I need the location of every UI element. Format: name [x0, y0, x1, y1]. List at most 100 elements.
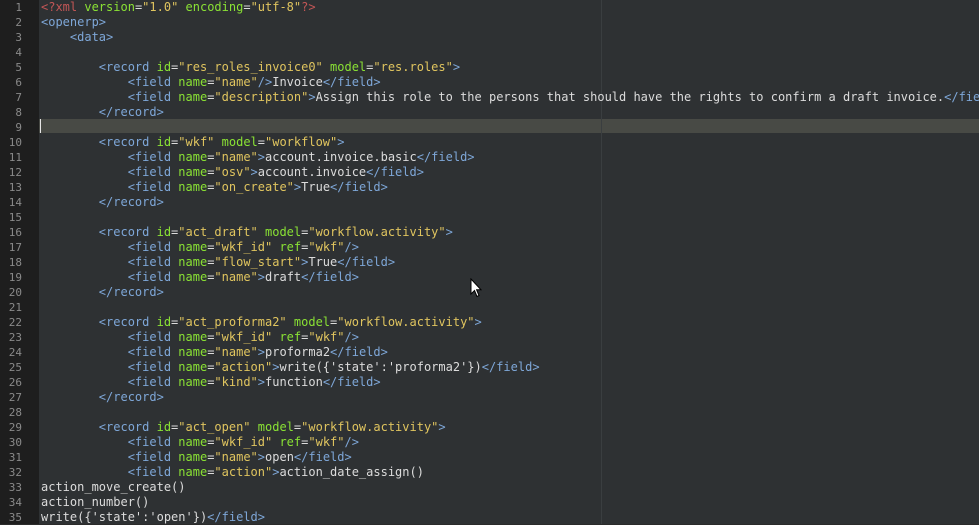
code-token: name	[178, 270, 208, 284]
code-token: name	[178, 255, 208, 269]
code-token: =	[257, 135, 265, 149]
code-token: name	[178, 240, 208, 254]
line-number: 7	[15, 91, 22, 104]
code-token: <field	[127, 90, 179, 104]
code-token: <field	[127, 270, 179, 284]
line-number: 26	[8, 376, 22, 389]
line-number: 8	[15, 106, 22, 119]
code-token: >	[474, 315, 482, 329]
code-token: "name"	[214, 75, 258, 89]
code-token: <field	[127, 180, 179, 194]
line-number: 35	[8, 511, 22, 524]
line-content: <record id="res_roles_invoice0" model="r…	[41, 60, 460, 75]
code-token: <record	[98, 225, 157, 239]
line-number: 13	[8, 181, 22, 194]
code-token: <record	[98, 135, 157, 149]
code-token: name	[178, 375, 208, 389]
code-line: 35 write({'state':'open'})</field>	[0, 510, 979, 525]
code-token: <field	[127, 330, 179, 344]
code-token: "wkf"	[308, 330, 345, 344]
code-token: <field	[127, 75, 179, 89]
code-line: 2 <openerp>	[0, 15, 979, 30]
code-line: 9	[0, 120, 979, 135]
line-number: 33	[8, 481, 22, 494]
code-token: </field>	[330, 345, 388, 359]
line-number: 24	[8, 346, 22, 359]
code-token: account.invoice.basic	[265, 150, 417, 164]
code-token: "workflow.activity"	[308, 225, 446, 239]
code-token: <field	[127, 150, 179, 164]
code-line: 14 </record>	[0, 195, 979, 210]
code-line: 3 <data>	[0, 30, 979, 45]
code-line: 29 <record id="act_open" model="workflow…	[0, 420, 979, 435]
code-token: "act_proforma2"	[178, 315, 287, 329]
line-number: 16	[8, 226, 22, 239]
code-token: <record	[98, 315, 157, 329]
code-token: "workflow.activity"	[301, 420, 439, 434]
code-line: 30 <field name="wkf_id" ref="wkf"/>	[0, 435, 979, 450]
line-content: </record>	[41, 105, 164, 120]
line-number: 2	[15, 16, 22, 29]
line-content: <field name="wkf_id" ref="wkf"/>	[41, 240, 359, 255]
code-editor[interactable]: 1 <?xml version="1.0" encoding="utf-8"?> 2…	[0, 0, 979, 524]
code-token: </field>	[366, 165, 424, 179]
line-content: <field name="name">open</field>	[41, 450, 352, 465]
line-number: 20	[8, 286, 22, 299]
line-content: <record id="act_open" model="workflow.ac…	[41, 420, 446, 435]
code-token: </field>	[481, 360, 540, 374]
line-content: action_move_create()	[41, 480, 186, 495]
code-token: name	[178, 180, 208, 194]
line-content: <field name="kind">function</field>	[41, 375, 381, 390]
code-token: >	[337, 135, 345, 149]
code-token: />	[257, 75, 273, 89]
code-line: 11 <field name="name">account.invoice.ba…	[0, 150, 979, 165]
code-token: <record	[98, 60, 157, 74]
line-content: <record id="wkf" model="workflow">	[41, 135, 345, 150]
line-content: <field name="wkf_id" ref="wkf"/>	[41, 435, 359, 450]
code-token: name	[178, 150, 208, 164]
line-content: <openerp>	[41, 15, 106, 30]
code-token: </field>	[416, 150, 475, 164]
code-token: account.invoice	[257, 165, 367, 179]
line-number: 1	[15, 1, 22, 14]
code-token: <field	[127, 165, 179, 179]
code-token: >	[308, 90, 316, 104]
code-token: >	[250, 165, 258, 179]
code-token: "action"	[214, 360, 273, 374]
line-content: <field name="flow_start">True</field>	[41, 255, 395, 270]
code-token: id	[156, 420, 172, 434]
code-token: open	[265, 450, 294, 464]
code-token: name	[178, 450, 208, 464]
line-number: 11	[8, 151, 22, 164]
code-token: >	[257, 345, 266, 359]
line-content: <field name="on_create">True</field>	[41, 180, 388, 195]
code-token: id	[156, 225, 172, 239]
code-token: name	[178, 330, 208, 344]
code-token: name	[178, 435, 208, 449]
code-token: </field>	[301, 270, 359, 284]
line-content: <field name="name">draft</field>	[41, 270, 359, 285]
code-token: model	[265, 225, 302, 239]
line-content: <field name="description">Assign this ro…	[41, 90, 979, 105]
code-token: "res.roles"	[373, 60, 453, 74]
line-number: 15	[8, 211, 22, 224]
code-line: 15	[0, 210, 979, 225]
code-token: "workflow"	[265, 135, 338, 149]
line-number: 32	[8, 466, 22, 479]
code-token: "name"	[214, 270, 258, 284]
code-token: "workflow.activity"	[337, 315, 475, 329]
code-line: 31 <field name="name">open</field>	[0, 450, 979, 465]
